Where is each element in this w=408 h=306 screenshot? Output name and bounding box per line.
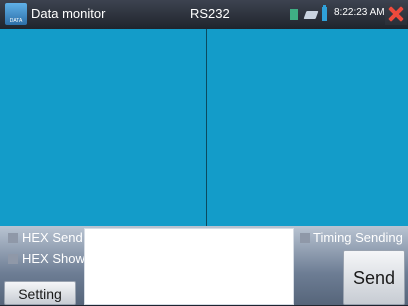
hex-send-label[interactable]: HEX Send — [22, 230, 83, 245]
timing-sending-checkbox[interactable] — [300, 233, 310, 243]
send-data-pane[interactable] — [0, 29, 206, 226]
app-icon: DATA — [5, 3, 27, 25]
receive-data-pane[interactable] — [207, 29, 408, 226]
window-title: Data monitor — [31, 6, 106, 21]
clock-time: 8:22:23 AM — [334, 7, 385, 18]
close-icon[interactable] — [385, 3, 407, 25]
hex-show-label[interactable]: HEX Show — [22, 251, 85, 266]
battery-icon — [322, 5, 327, 21]
hex-send-checkbox[interactable] — [8, 233, 18, 243]
connection-icon — [303, 11, 319, 19]
timing-sending-label[interactable]: Timing Sending — [313, 230, 403, 245]
app-icon-label: DATA — [9, 18, 23, 24]
send-button[interactable]: Send — [343, 250, 405, 305]
hex-show-checkbox[interactable] — [8, 254, 18, 264]
setting-button[interactable]: Setting — [4, 281, 76, 305]
port-mode-label: RS232 — [190, 6, 230, 21]
title-bar: DATA Data monitor RS232 8:22:23 AM — [0, 0, 408, 29]
sd-card-icon — [290, 9, 298, 20]
send-text-input[interactable] — [84, 228, 294, 305]
